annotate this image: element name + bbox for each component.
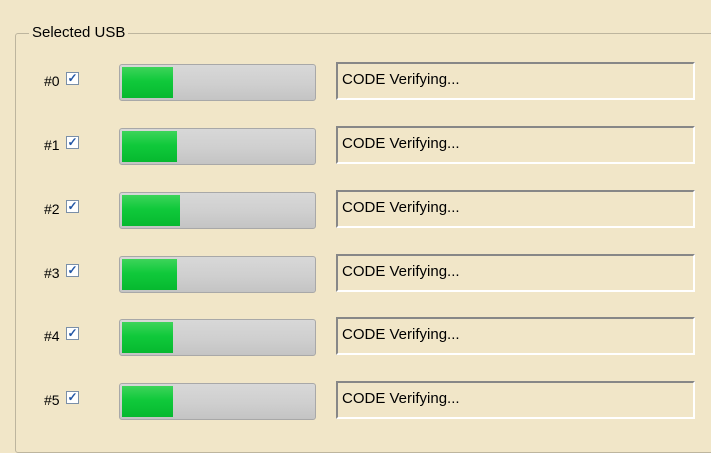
slot-status-field: CODE Verifying... [336, 62, 695, 100]
checkmark-icon: ✓ [67, 199, 78, 213]
slot-label: #0 [44, 73, 60, 89]
slot-checkbox[interactable]: ✓ [66, 391, 79, 404]
slot-status-field: CODE Verifying... [336, 254, 695, 292]
slot-progress-bar [119, 383, 316, 420]
usb-slot-1: #1 ✓ CODE Verifying... [0, 125, 711, 165]
slot-status-text: CODE Verifying... [342, 263, 460, 280]
checkmark-icon: ✓ [67, 263, 78, 277]
slot-checkbox[interactable]: ✓ [66, 136, 79, 149]
progress-fill [122, 386, 173, 417]
usb-slot-5: #5 ✓ CODE Verifying... [0, 380, 711, 420]
progress-fill [122, 322, 173, 353]
slot-label: #3 [44, 265, 60, 281]
progress-fill [122, 131, 177, 162]
slot-status-field: CODE Verifying... [336, 381, 695, 419]
slot-progress-bar [119, 192, 316, 229]
slot-status-text: CODE Verifying... [342, 199, 460, 216]
slot-status-field: CODE Verifying... [336, 190, 695, 228]
slot-checkbox[interactable]: ✓ [66, 327, 79, 340]
slot-status-text: CODE Verifying... [342, 390, 460, 407]
slot-checkbox[interactable]: ✓ [66, 264, 79, 277]
progress-fill [122, 259, 177, 290]
usb-slot-4: #4 ✓ CODE Verifying... [0, 316, 711, 356]
slot-progress-bar [119, 128, 316, 165]
slot-label: #1 [44, 137, 60, 153]
slot-progress-bar [119, 256, 316, 293]
progress-fill [122, 67, 173, 98]
checkmark-icon: ✓ [67, 390, 78, 404]
slot-progress-bar [119, 64, 316, 101]
usb-slot-2: #2 ✓ CODE Verifying... [0, 189, 711, 229]
slot-status-text: CODE Verifying... [342, 135, 460, 152]
checkmark-icon: ✓ [67, 326, 78, 340]
slot-checkbox[interactable]: ✓ [66, 200, 79, 213]
checkmark-icon: ✓ [67, 135, 78, 149]
usb-slot-0: #0 ✓ CODE Verifying... [0, 61, 711, 101]
slot-status-field: CODE Verifying... [336, 126, 695, 164]
slot-checkbox[interactable]: ✓ [66, 72, 79, 85]
slot-label: #2 [44, 201, 60, 217]
slot-status-text: CODE Verifying... [342, 71, 460, 88]
slot-status-field: CODE Verifying... [336, 317, 695, 355]
progress-fill [122, 195, 181, 226]
checkmark-icon: ✓ [67, 71, 78, 85]
group-title: Selected USB [29, 24, 129, 42]
usb-slot-3: #3 ✓ CODE Verifying... [0, 253, 711, 293]
slot-label: #4 [44, 328, 60, 344]
slot-label: #5 [44, 392, 60, 408]
slot-progress-bar [119, 319, 316, 356]
slot-status-text: CODE Verifying... [342, 326, 460, 343]
